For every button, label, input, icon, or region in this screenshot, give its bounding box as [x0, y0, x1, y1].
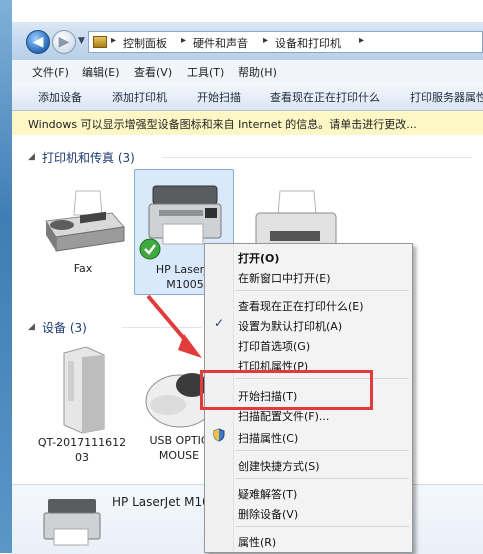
breadcrumb-control-panel[interactable]: 控制面板: [123, 35, 167, 51]
menu-item-remove-device[interactable]: 删除设备(V): [238, 506, 298, 522]
menu-file[interactable]: 文件(F): [32, 64, 69, 80]
menu-item-open[interactable]: 打开(O): [238, 250, 279, 266]
command-toolbar: 添加设备 添加打印机 开始扫描 查看现在正在打印什么 打印服务器属性: [12, 82, 483, 111]
menu-help[interactable]: 帮助(H): [238, 64, 277, 80]
see-printing-button[interactable]: 查看现在正在打印什么: [270, 89, 380, 105]
arrow-right-icon: ▶: [58, 34, 70, 50]
breadcrumb-separator-icon[interactable]: ▸: [263, 35, 268, 46]
device-tile-fax[interactable]: Fax: [38, 187, 128, 283]
menu-edit[interactable]: 编辑(E): [82, 64, 120, 80]
back-button[interactable]: ◀: [26, 30, 50, 54]
default-checkmark-icon: [139, 238, 161, 260]
arrow-left-icon: ◀: [32, 34, 44, 50]
menu-item-scan-profiles[interactable]: 扫描配置文件(F)...: [238, 408, 329, 424]
menu-tools[interactable]: 工具(T): [187, 64, 224, 80]
breadcrumb-devices-printers[interactable]: 设备和打印机: [275, 35, 341, 51]
breadcrumb-hardware-sound[interactable]: 硬件和声音: [193, 35, 248, 51]
computer-tower-icon: [63, 346, 105, 434]
menu-view[interactable]: 查看(V): [134, 64, 172, 80]
menu-bar: 文件(F) 编辑(E) 查看(V) 工具(T) 帮助(H): [12, 60, 483, 83]
shield-icon: [213, 428, 225, 442]
menu-separator: [235, 290, 409, 291]
arrow-annotation-icon: [146, 294, 202, 358]
add-device-button[interactable]: 添加设备: [38, 89, 82, 105]
menu-item-create-shortcut[interactable]: 创建快捷方式(S): [238, 458, 320, 474]
menu-separator: [235, 526, 409, 527]
control-panel-icon: [93, 36, 107, 48]
menu-item-set-default[interactable]: 设置为默认打印机(A): [238, 318, 342, 334]
fax-icon: [45, 190, 125, 252]
breadcrumb-separator-icon[interactable]: ▸: [181, 35, 186, 46]
menu-item-see-printing[interactable]: 查看现在正在打印什么(E): [238, 298, 364, 314]
menu-item-troubleshoot[interactable]: 疑难解答(T): [238, 486, 297, 502]
collapse-group-icon[interactable]: ◢: [28, 152, 35, 162]
menu-item-printing-preferences[interactable]: 打印首选项(G): [238, 338, 310, 354]
device-label-line1: QT-2017111612: [37, 436, 127, 449]
group-divider: [162, 157, 472, 158]
device-label: Fax: [73, 262, 93, 275]
forward-button[interactable]: ▶: [52, 30, 76, 54]
add-printer-button[interactable]: 添加打印机: [112, 89, 167, 105]
info-bar[interactable]: Windows 可以显示增强型设备图标和来自 Internet 的信息。请单击进…: [12, 111, 483, 136]
device-tile-computer[interactable]: QT-2017111612 03: [32, 341, 132, 464]
printer-icon: [43, 499, 101, 546]
menu-separator: [235, 478, 409, 479]
menu-separator: [235, 450, 409, 451]
collapse-group-icon[interactable]: ◢: [28, 322, 35, 332]
breadcrumb-separator-icon[interactable]: ▸: [359, 35, 364, 46]
print-server-properties-button[interactable]: 打印服务器属性: [410, 89, 483, 105]
group-header-printers[interactable]: 打印机和传真 (3): [42, 149, 135, 166]
start-scan-button[interactable]: 开始扫描: [197, 89, 241, 105]
menu-item-open-new-window[interactable]: 在新窗口中打开(E): [238, 270, 331, 286]
device-label-line2: 03: [75, 451, 89, 464]
group-header-devices[interactable]: 设备 (3): [42, 319, 87, 336]
checkmark-icon: ✓: [214, 316, 225, 330]
info-bar-text[interactable]: Windows 可以显示增强型设备图标和来自 Internet 的信息。请单击进…: [28, 116, 417, 132]
breadcrumb-separator-icon[interactable]: ▸: [111, 35, 116, 46]
window-frame-left: [0, 0, 12, 553]
menu-item-properties[interactable]: 属性(R): [238, 534, 276, 550]
highlight-box: [200, 370, 373, 410]
address-bar[interactable]: ▸ 控制面板 ▸ 硬件和声音 ▸ 设备和打印机 ▸: [88, 31, 483, 53]
navigation-bar: ◀ ▶ ▼ ▸ 控制面板 ▸ 硬件和声音 ▸ 设备和打印机 ▸: [12, 22, 483, 60]
recent-pages-dropdown[interactable]: ▼: [78, 36, 85, 46]
menu-item-scan-properties[interactable]: 扫描属性(C): [238, 430, 298, 446]
details-device-name: HP LaserJet M10: [112, 495, 210, 509]
